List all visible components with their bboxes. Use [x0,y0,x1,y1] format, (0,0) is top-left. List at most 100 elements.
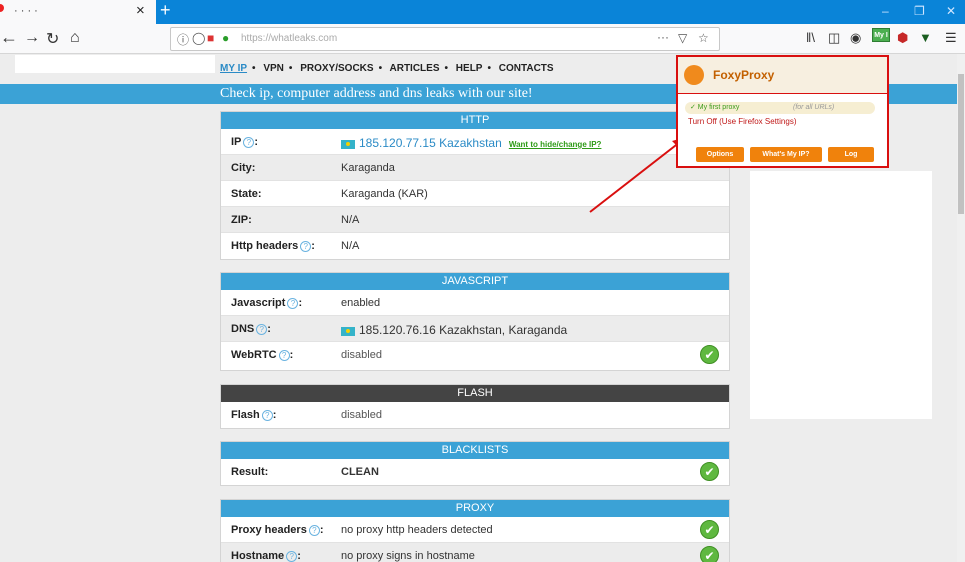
permission-blocked-icon[interactable]: ■ [207,31,214,45]
dns-label: DNS [231,323,255,335]
tab-close-icon[interactable]: × [136,2,145,19]
foxyproxy-body: ✓ My first proxy (for all URLs) Turn Off… [682,99,883,165]
help-icon[interactable]: ? [256,324,268,335]
result-label: Result: [231,466,269,478]
city-label: City: [231,162,256,174]
url-text[interactable]: https://whatleaks.com [241,33,337,44]
http-headers-row: Http headers?: N/A [231,240,360,252]
zip-label: ZIP: [231,214,252,226]
nav-contacts[interactable]: CONTACTS [499,63,554,74]
http-headers-value: N/A [341,240,360,252]
proxy-option-turn-off[interactable]: Turn Off (Use Firefox Settings) [688,117,796,126]
close-window-icon[interactable]: ✕ [946,4,956,18]
proxy-section: PROXY Proxy headers?: no proxy http head… [220,499,730,562]
tracking-shield-icon[interactable]: ◯ [192,31,205,45]
proxy-option-first[interactable]: ✓ My first proxy (for all URLs) [685,102,875,114]
browser-tab[interactable]: · · · · × [0,0,156,24]
back-icon[interactable]: ← [0,27,18,48]
new-tab-button[interactable]: + [160,0,171,21]
section-title: HTTP [221,112,729,129]
tab-favicon-icon [0,4,4,12]
webrtc-row: WebRTC?: disabled ✔ [221,342,729,370]
section-title: PROXY [221,500,729,517]
scrollbar-thumb[interactable] [958,74,964,214]
help-icon[interactable]: ? [300,241,312,252]
pocket-icon[interactable]: ▽ [678,31,687,45]
state-label: State: [231,188,262,200]
webrtc-value: disabled [341,349,382,361]
foxyproxy-popup: FoxyProxy ✓ My first proxy (for all URLs… [676,55,889,168]
proxy-option-name: ✓ My first proxy [690,104,740,111]
extension-icon[interactable]: ◉ [850,30,861,46]
state-row: State: Karaganda (KAR) [221,181,729,207]
dns-value: 185.120.76.16 Kazakhstan, Karaganda [359,323,568,337]
check-icon: ✔ [700,345,719,364]
left-blank-panel [15,55,215,73]
kazakhstan-flag-icon [341,326,355,336]
url-bar[interactable]: ⓘ ◯ ■ ● https://whatleaks.com ··· ▽ ☆ [170,27,720,51]
webrtc-label: WebRTC [231,349,277,361]
check-icon: ✔ [700,520,719,539]
foxyproxy-toolbar-button[interactable]: My I [872,28,890,42]
nav-help[interactable]: HELP [456,63,483,74]
info-icon[interactable]: ⓘ [177,31,189,48]
result-row: Result: CLEAN ✔ [221,459,729,485]
ip-label: IP [231,136,242,148]
site-top-nav: MY IP • VPN • PROXY/SOCKS • ARTICLES • HELP •… [220,63,554,74]
forward-icon[interactable]: → [24,29,40,47]
menu-icon[interactable]: ☰ [945,30,957,46]
reload-icon[interactable]: ↻ [46,29,59,49]
http-headers-label: Http headers [231,240,299,252]
help-icon[interactable]: ? [278,350,290,361]
banner-text: Check ip, computer address and dns leaks… [220,86,533,101]
library-icon[interactable]: ‖\ [806,30,815,45]
window-titlebar: · · · · × + – ❐ ✕ [0,0,965,24]
lock-icon[interactable]: ● [222,31,229,45]
flash-value: disabled [341,409,382,421]
proxy-headers-value: no proxy http headers detected [341,524,493,536]
help-icon[interactable]: ? [286,551,298,562]
proxy-headers-label: Proxy headers [231,524,307,536]
foxyproxy-header: FoxyProxy [678,57,887,94]
page-scrollbar[interactable] [957,54,965,562]
minimize-icon[interactable]: – [882,4,889,18]
ip-row: IP?: 185.120.77.15 Kazakhstan Want to hi… [221,129,729,155]
restore-icon[interactable]: ❐ [914,4,925,18]
page-actions-icon[interactable]: ··· [657,30,669,44]
foxyproxy-title: FoxyProxy [713,68,775,82]
javascript-section: JAVASCRIPT Javascript?: enabled DNS?: 18… [220,272,730,371]
shield-extension-icon[interactable]: ▼ [919,30,932,45]
whats-my-ip-button[interactable]: What's My IP? [750,147,822,162]
help-icon[interactable]: ? [308,525,320,536]
home-icon[interactable]: ⌂ [70,29,80,47]
proxy-option-scope: (for all URLs) [793,104,835,111]
zip-value: N/A [341,214,360,226]
ip-value: 185.120.77.15 Kazakhstan [359,136,502,150]
tab-title: · · · · [14,5,38,17]
help-icon[interactable]: ? [243,137,255,148]
hide-ip-link[interactable]: Want to hide/change IP? [509,140,602,149]
dns-row: DNS?: 185.120.76.16 Kazakhstan, Karagand… [221,316,729,342]
navigation-toolbar: ← → ↻ ⌂ ⓘ ◯ ■ ● https://whatleaks.com ··… [0,24,965,54]
check-icon: ✔ [700,462,719,481]
nav-articles[interactable]: ARTICLES [390,63,440,74]
log-button[interactable]: Log [828,147,874,162]
section-title: JAVASCRIPT [221,273,729,290]
javascript-label: Javascript [231,297,286,309]
sidebar-icon[interactable]: ◫ [828,30,840,46]
foxyproxy-logo-icon [684,65,704,85]
nav-my-ip[interactable]: MY IP [220,63,247,74]
nav-proxy-socks[interactable]: PROXY/SOCKS [300,63,373,74]
flash-label: Flash [231,409,260,421]
help-icon[interactable]: ? [287,298,299,309]
flash-section: FLASH Flash?: disabled [220,384,730,429]
hostname-label: Hostname [231,550,285,562]
hostname-value: no proxy signs in hostname [341,550,475,562]
zip-row: ZIP: N/A [221,207,729,233]
options-button[interactable]: Options [696,147,744,162]
http-section: HTTP IP?: 185.120.77.15 Kazakhstan Want … [220,111,730,260]
help-icon[interactable]: ? [261,410,273,421]
bookmark-star-icon[interactable]: ☆ [698,31,709,45]
adblock-icon[interactable]: ⬢ [897,30,908,46]
nav-vpn[interactable]: VPN [263,63,284,74]
